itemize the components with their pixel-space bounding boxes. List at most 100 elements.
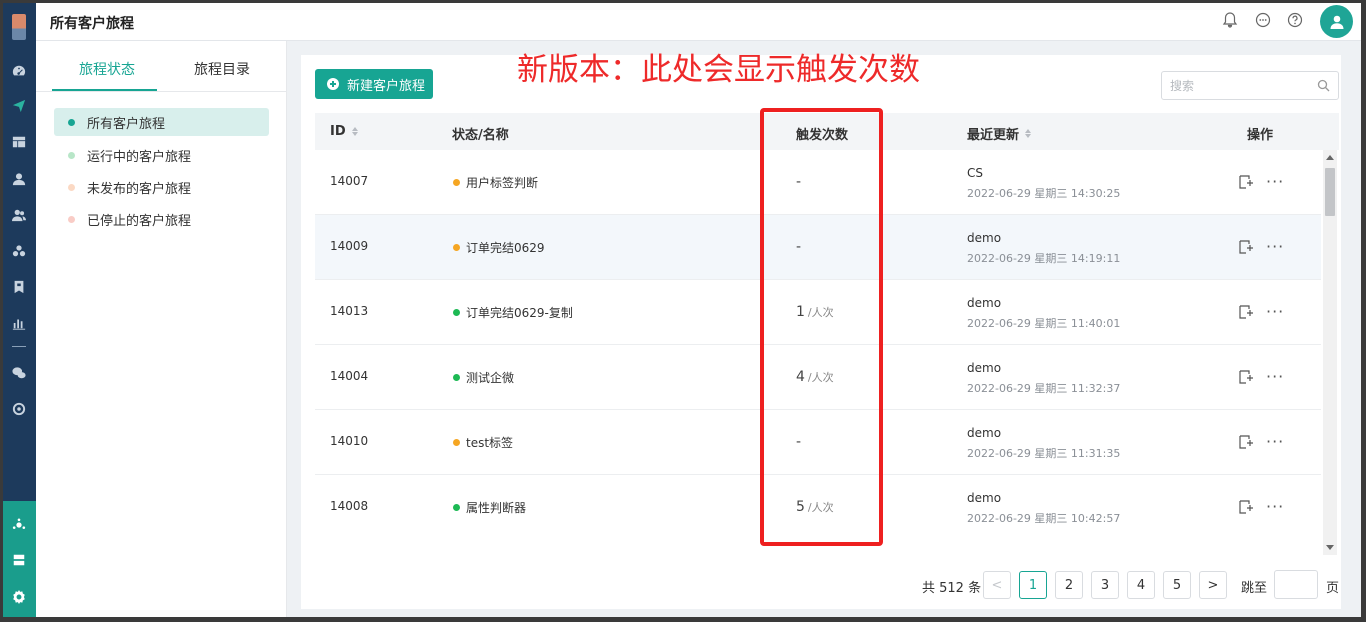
nav-bottom-group <box>3 501 36 617</box>
cell-name[interactable]: 订单完结0629 <box>453 239 545 256</box>
server-icon[interactable] <box>11 552 27 568</box>
count-value: - <box>796 434 802 450</box>
status-item-label: 所有客户旅程 <box>87 116 166 132</box>
table-scrollbar[interactable] <box>1323 150 1337 555</box>
more-options-icon[interactable]: ··· <box>1266 302 1284 321</box>
table-row[interactable]: 14007 用户标签判断 - CS 2022-06-29 星期三 14:30:2… <box>315 150 1321 215</box>
status-item-all[interactable]: 所有客户旅程 <box>54 108 269 136</box>
pagination-jump-input[interactable] <box>1274 570 1318 599</box>
table-row[interactable]: 14013 订单完结0629-复制 1/人次 demo 2022-06-29 星… <box>315 280 1321 345</box>
search-input[interactable] <box>1162 72 1302 99</box>
journey-name: test标签 <box>466 436 514 450</box>
cell-name[interactable]: 订单完结0629-复制 <box>453 304 573 321</box>
avatar[interactable] <box>1320 5 1353 38</box>
status-dot <box>68 183 75 191</box>
send-icon[interactable] <box>11 98 27 114</box>
sort-icon[interactable] <box>351 127 358 136</box>
segments-icon[interactable] <box>11 243 27 259</box>
cell-updated-time: 2022-06-29 星期三 14:30:25 <box>967 187 1121 200</box>
wechat-icon[interactable] <box>11 365 27 381</box>
cell-trigger-count: - <box>796 434 804 450</box>
count-unit: /人次 <box>807 371 834 384</box>
cell-id: 14010 <box>330 434 369 448</box>
pagination-page-1[interactable]: 1 <box>1019 571 1047 599</box>
avatar-user-icon <box>1330 15 1343 29</box>
app-window: 所有客户旅程 旅程状态 旅程目录 所有客户旅程 运行中的客户旅程 未发布的客户旅… <box>3 3 1361 617</box>
cell-id: 14004 <box>330 369 369 383</box>
scroll-up-arrow-icon[interactable] <box>1326 155 1334 160</box>
cell-updated-by: demo <box>967 426 1002 440</box>
pagination-page-5[interactable]: 5 <box>1163 571 1191 599</box>
copy-edit-icon[interactable] <box>1238 434 1254 450</box>
count-value: 1 <box>796 304 805 320</box>
message-icon[interactable] <box>1254 11 1272 29</box>
count-value: 4 <box>796 369 805 385</box>
cell-name[interactable]: 测试企微 <box>453 369 514 386</box>
scrollbar-thumb[interactable] <box>1325 168 1335 216</box>
cell-name[interactable]: 属性判断器 <box>453 499 526 516</box>
search-box[interactable] <box>1161 71 1339 100</box>
help-bot-icon[interactable] <box>11 517 27 533</box>
status-item-stopped[interactable]: 已停止的客户旅程 <box>54 205 269 233</box>
pagination-next[interactable]: > <box>1199 571 1227 599</box>
pagination-prev[interactable]: < <box>983 571 1011 599</box>
column-label: 最近更新 <box>967 128 1020 143</box>
cell-name[interactable]: test标签 <box>453 434 513 451</box>
table-row[interactable]: 14004 测试企微 4/人次 demo 2022-06-29 星期三 11:3… <box>315 345 1321 410</box>
cell-name[interactable]: 用户标签判断 <box>453 174 538 191</box>
more-options-icon[interactable]: ··· <box>1266 237 1284 256</box>
users-icon[interactable] <box>11 207 27 223</box>
new-journey-button[interactable]: 新建客户旅程 <box>315 69 433 99</box>
copy-edit-icon[interactable] <box>1238 239 1254 255</box>
search-icon[interactable] <box>1317 79 1330 92</box>
bell-icon[interactable] <box>1221 11 1239 29</box>
journey-name: 订单完结0629 <box>466 241 545 255</box>
help-icon[interactable] <box>1286 11 1304 29</box>
target-icon[interactable] <box>11 401 27 417</box>
column-header-last-updated[interactable]: 最近更新 <box>967 124 1032 143</box>
cell-trigger-count: 5/人次 <box>796 499 834 515</box>
cell-trigger-count: - <box>796 239 804 255</box>
bar-chart-icon[interactable] <box>11 315 27 331</box>
more-options-icon[interactable]: ··· <box>1266 432 1284 451</box>
pagination-page-4[interactable]: 4 <box>1127 571 1155 599</box>
cell-updated-time: 2022-06-29 星期三 10:42:57 <box>967 512 1121 525</box>
cell-updated-by: demo <box>967 296 1002 310</box>
tab-journey-status[interactable]: 旅程状态 <box>79 59 135 79</box>
pagination-page-2[interactable]: 2 <box>1055 571 1083 599</box>
pagination-page-3[interactable]: 3 <box>1091 571 1119 599</box>
user-icon[interactable] <box>11 171 27 187</box>
settings-gear-icon[interactable] <box>11 589 27 605</box>
layout-icon[interactable] <box>11 134 27 150</box>
column-label: 状态/名称 <box>452 128 509 143</box>
cell-id: 14008 <box>330 499 369 513</box>
table-row[interactable]: 14009 订单完结0629 - demo 2022-06-29 星期三 14:… <box>315 215 1321 280</box>
status-dot <box>68 151 75 159</box>
journey-name: 测试企微 <box>466 371 515 385</box>
dashboard-icon[interactable] <box>11 63 27 79</box>
scroll-down-arrow-icon[interactable] <box>1326 545 1334 550</box>
copy-edit-icon[interactable] <box>1238 304 1254 320</box>
more-options-icon[interactable]: ··· <box>1266 172 1284 191</box>
status-item-running[interactable]: 运行中的客户旅程 <box>54 141 269 169</box>
status-item-unpublished[interactable]: 未发布的客户旅程 <box>54 173 269 201</box>
pagination-jump-label: 跳至 <box>1241 581 1268 596</box>
table-row[interactable]: 14010 test标签 - demo 2022-06-29 星期三 11:31… <box>315 410 1321 475</box>
main-content: 新建客户旅程 新版本：此处会显示触发次数 ID 状态/名称 触发次数 最近更新 <box>301 52 1341 609</box>
cell-id: 14009 <box>330 239 369 253</box>
more-options-icon[interactable]: ··· <box>1266 367 1284 386</box>
cell-updated-by: demo <box>967 491 1002 505</box>
journey-name: 用户标签判断 <box>466 176 539 190</box>
bookmark-icon[interactable] <box>11 279 27 295</box>
tab-journey-catalog[interactable]: 旅程目录 <box>194 59 250 79</box>
copy-edit-icon[interactable] <box>1238 369 1254 385</box>
column-header-id[interactable]: ID <box>330 124 358 139</box>
cell-trigger-count: 1/人次 <box>796 304 834 320</box>
more-options-icon[interactable]: ··· <box>1266 497 1284 516</box>
copy-edit-icon[interactable] <box>1238 174 1254 190</box>
table-row[interactable]: 14008 属性判断器 5/人次 demo 2022-06-29 星期三 10:… <box>315 475 1321 538</box>
copy-edit-icon[interactable] <box>1238 499 1254 515</box>
sort-icon[interactable] <box>1025 129 1032 138</box>
annotation-text: 新版本：此处会显示触发次数 <box>517 52 920 88</box>
status-dot <box>68 118 75 126</box>
